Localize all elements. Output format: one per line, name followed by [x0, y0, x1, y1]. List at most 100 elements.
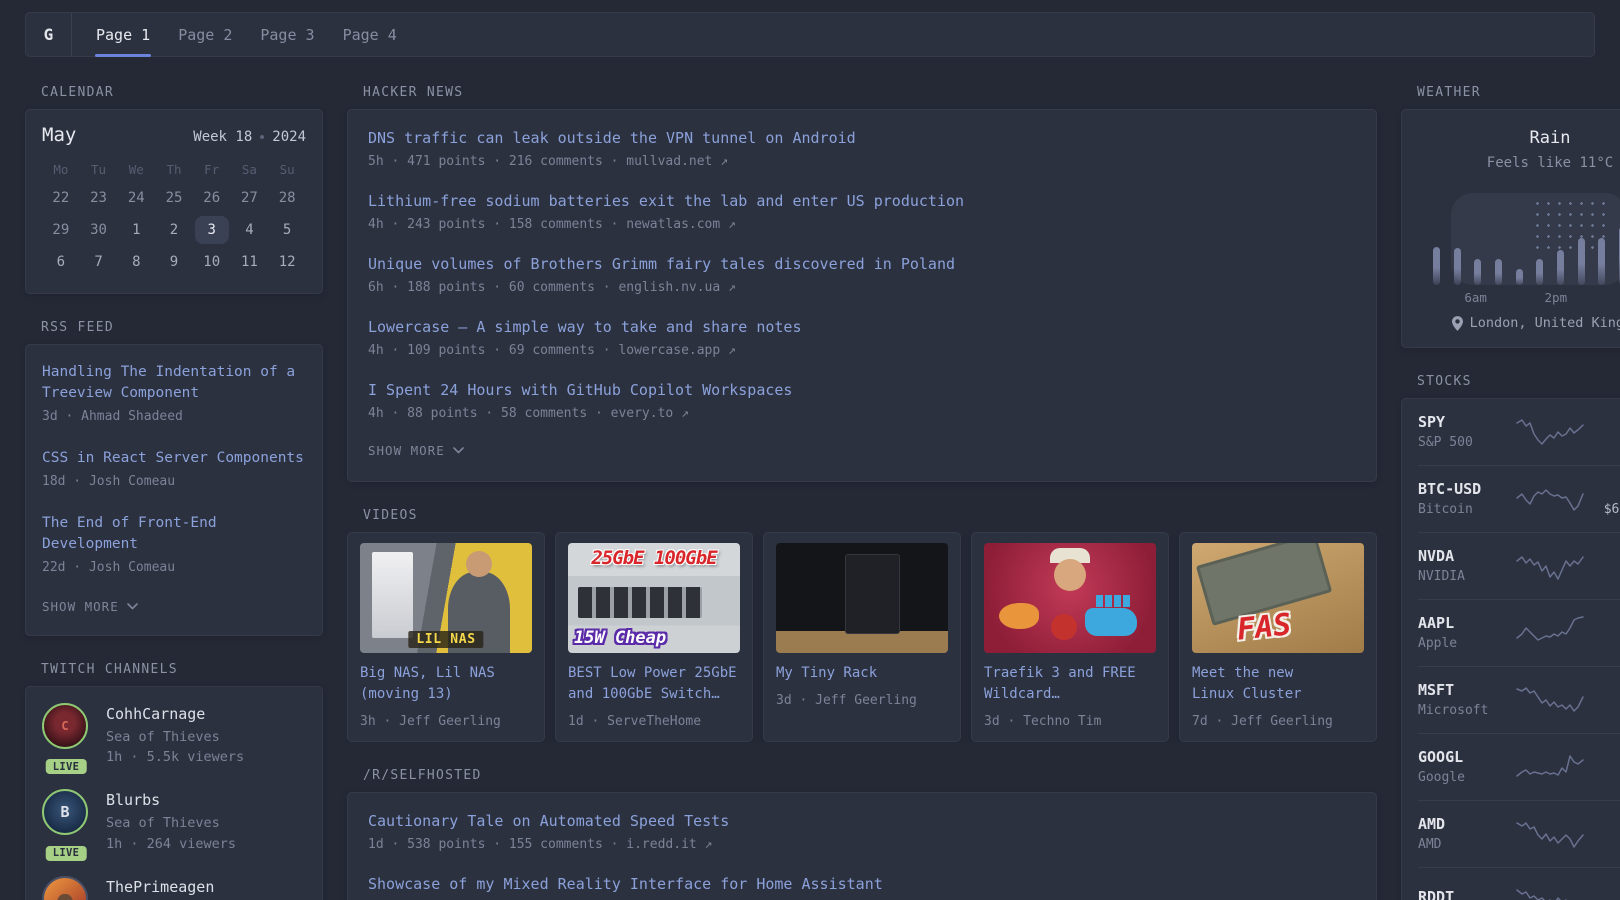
top-navbar: G Page 1 Page 2 Page 3 Page 4 [25, 12, 1595, 57]
hackernews-item-title[interactable]: Lowercase – A simple way to take and sha… [368, 317, 1356, 338]
video-card[interactable]: FAS Meet the new Linux Cluster 7d · Jeff Ge… [1179, 532, 1377, 743]
calendar-day: 27 [231, 183, 269, 213]
stock-price: $61,725.48 [1603, 502, 1620, 517]
stock-symbol: RDDT [1418, 888, 1455, 900]
thumbnail-art [372, 552, 414, 639]
weather-location-text: London, United Kingdom [1469, 315, 1620, 331]
calendar-day: 24 [117, 183, 155, 213]
video-thumbnail[interactable]: 25GbE 100GbE 15W Cheap [568, 543, 740, 654]
twitch-channel-row[interactable]: ThePrimeagen [42, 875, 306, 900]
video-thumbnail[interactable] [776, 543, 948, 654]
videos-widget: VIDEOS LIL NAS Big NAS, Lil NAS (moving 13… [347, 508, 1377, 743]
video-meta: 3d · Jeff Geerling [776, 693, 917, 709]
weather-condition: Rain [1529, 128, 1571, 148]
rss-item-title[interactable]: Handling The Indentation of a Treeview C… [42, 362, 306, 404]
stock-change: -1.65% [1586, 888, 1620, 900]
thumbnail-art [844, 554, 900, 634]
calendar-day-number: 12 [278, 254, 296, 270]
video-title[interactable]: Big NAS, Lil NAS (moving 13) [360, 663, 532, 705]
reddit-item: Cautionary Tale on Automated Speed Tests… [368, 801, 1356, 864]
video-thumbnail[interactable]: LIL NAS [360, 543, 532, 654]
hackernews-item-title[interactable]: Lithium-free sodium batteries exit the l… [368, 191, 1356, 212]
video-title[interactable]: My Tiny Rack [776, 663, 948, 684]
calendar-day-selected: 3 [193, 215, 231, 245]
reddit-item-title[interactable]: Cautionary Tale on Automated Speed Tests [368, 811, 1356, 832]
stock-sparkline [1516, 686, 1584, 712]
thumbnail-text: 25GbE 100GbE [591, 547, 717, 570]
stocks-card: SPY S&P 500 +1.29% $511.57 BTC-USD Bitcoin +4.… [1401, 398, 1620, 900]
app-logo[interactable]: G [26, 13, 72, 56]
rss-widget: RSS FEED Handling The Indentation of a T… [25, 320, 323, 636]
twitch-channel-row[interactable]: B LIVE Blurbs Sea of Thieves 1h · 264 viewer… [42, 789, 306, 861]
video-thumbnail[interactable] [984, 543, 1156, 654]
video-meta: 3d · Techno Tim [984, 714, 1102, 730]
stock-row[interactable]: AMD AMD +2.94% $150.45 [1418, 800, 1620, 867]
video-title[interactable]: BEST Low Power 25GbE and 100GbE Switch… [568, 663, 740, 705]
stocks-widget: STOCKS SPY S&P 500 +1.29% $511.57 BTC-USD Bit… [1401, 374, 1620, 900]
hackernews-item-title[interactable]: Unique volumes of Brothers Grimm fairy t… [368, 254, 1356, 275]
twitch-channel-game: Sea of Thieves [106, 728, 220, 745]
twitch-channel-row[interactable]: C LIVE CohhCarnage Sea of Thieves 1h · 5.5k … [42, 702, 306, 775]
stock-row[interactable]: SPY S&P 500 +1.29% $511.57 [1418, 399, 1620, 465]
twitch-channel-meta: 1h · 264 viewers [106, 835, 237, 852]
calendar-day-number: 25 [165, 190, 183, 206]
rss-item-meta: 3d · Ahmad Shadeed [42, 409, 183, 425]
stock-values: +3.52% $888.40 [1586, 547, 1620, 584]
tab-page-2[interactable]: Page 2 [164, 13, 246, 56]
hackernews-item-meta: 6h · 188 points · 60 comments · english.… [368, 279, 736, 295]
weather-bar [1556, 250, 1564, 285]
stock-row[interactable]: MSFT Microsoft +2.16% $406.43 [1418, 666, 1620, 733]
stock-row[interactable]: AAPL Apple +6.87% $184.91 [1418, 599, 1620, 666]
weather-hour-label [1426, 290, 1445, 305]
weather-bar [1453, 248, 1461, 285]
hackernews-item: I Spent 24 Hours with GitHub Copilot Wor… [368, 370, 1356, 433]
hackernews-show-more-button[interactable]: SHOW MORE [368, 432, 464, 473]
stock-change: +3.52% [1586, 547, 1620, 565]
reddit-item-title[interactable]: Showcase of my Mixed Reality Interface f… [368, 874, 1356, 895]
rss-item-meta: 22d · Josh Comeau [42, 559, 176, 575]
calendar-day-number: 6 [56, 254, 66, 270]
stock-sparkline-wrap [1514, 482, 1586, 516]
calendar-day-header: Su [279, 162, 295, 177]
video-thumbnail[interactable]: FAS [1192, 543, 1364, 654]
calendar-day-number: 24 [127, 190, 145, 206]
weather-hour-label: 2pm [1544, 290, 1568, 305]
left-column: CALENDAR May Week 18 2024 Mo Tu We Th Fr Sa Su… [25, 85, 323, 900]
video-title-line: Big NAS, Lil NAS [360, 665, 495, 682]
weather-hour-label [1487, 290, 1506, 305]
tab-page-4[interactable]: Page 4 [329, 13, 411, 56]
video-card[interactable]: LIL NAS Big NAS, Lil NAS (moving 13) 3h · J… [347, 532, 545, 743]
thumbnail-art [578, 587, 703, 619]
videos-row: LIL NAS Big NAS, Lil NAS (moving 13) 3h · J… [347, 532, 1377, 743]
rss-item: Handling The Indentation of a Treeview C… [42, 351, 306, 437]
rss-item-title[interactable]: CSS in React Server Components [42, 448, 306, 469]
stock-row[interactable]: RDDT -1.65% [1418, 867, 1620, 900]
stock-sparkline-wrap [1514, 750, 1586, 784]
stock-row[interactable]: BTC-USD Bitcoin +4.40% $61,725.48 [1418, 465, 1620, 532]
hackernews-item-title[interactable]: DNS traffic can leak outside the VPN tun… [368, 128, 1356, 149]
video-card[interactable]: My Tiny Rack 3d · Jeff Geerling [763, 532, 961, 743]
stock-symbol: GOOGL [1418, 748, 1464, 766]
calendar-day-number: 29 [52, 222, 70, 238]
calendar-day: 11 [231, 247, 269, 277]
video-card[interactable]: Traefik 3 and FREE Wildcard… 3d · Techno T… [971, 532, 1169, 743]
stock-sparkline [1516, 488, 1584, 511]
twitch-widget: TWITCH CHANNELS C LIVE CohhCarnage Sea of T… [25, 662, 323, 900]
tab-page-1[interactable]: Page 1 [82, 13, 164, 57]
weather-hour-labels: 6am2pm10pm [1426, 290, 1620, 305]
video-card[interactable]: 25GbE 100GbE 15W Cheap BEST Low Power 25Gb… [555, 532, 753, 743]
calendar-day-number: 10 [203, 254, 221, 270]
hackernews-item-meta: 4h · 109 points · 69 comments · lowercas… [368, 342, 736, 358]
weather-hour-label [1586, 290, 1605, 305]
stock-row[interactable]: NVDA NVIDIA +3.52% $888.40 [1418, 532, 1620, 599]
stock-values: +0.10% $166.78 [1586, 748, 1620, 785]
video-title[interactable]: Meet the new Linux Cluster [1192, 663, 1364, 705]
tab-page-3[interactable]: Page 3 [246, 13, 328, 56]
hackernews-item-list: DNS traffic can leak outside the VPN tun… [368, 118, 1356, 432]
video-title[interactable]: Traefik 3 and FREE Wildcard… [984, 663, 1156, 705]
rss-item-title[interactable]: The End of Front-End Development [42, 513, 306, 555]
rss-show-more-button[interactable]: SHOW MORE [42, 588, 138, 629]
chevron-down-icon [126, 602, 138, 610]
stock-row[interactable]: GOOGL Google +0.10% $166.78 [1418, 733, 1620, 800]
hackernews-item-title[interactable]: I Spent 24 Hours with GitHub Copilot Wor… [368, 380, 1356, 401]
